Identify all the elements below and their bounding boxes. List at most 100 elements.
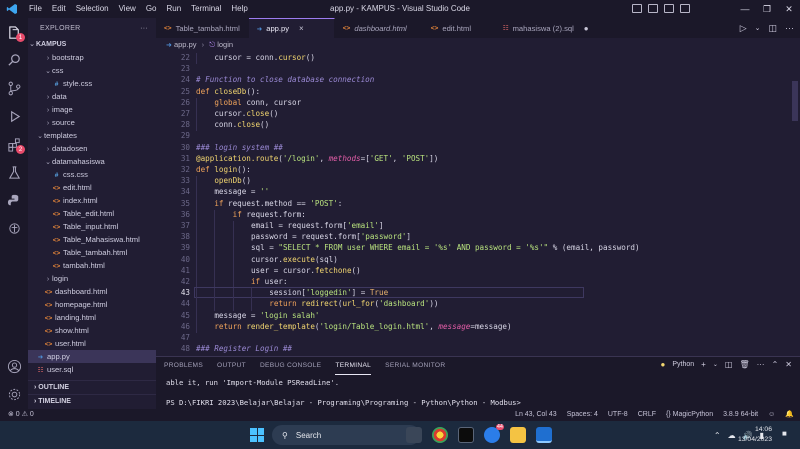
panel-tab-output[interactable]: OUTPUT bbox=[217, 357, 246, 375]
file-item[interactable]: # css.css bbox=[28, 168, 156, 181]
show-hidden-icons-icon[interactable]: ⌃ bbox=[714, 431, 721, 440]
file-item[interactable]: <> Table_Mahasiswa.html bbox=[28, 233, 156, 246]
windows-start-icon[interactable] bbox=[250, 428, 264, 442]
terminal-prompt[interactable]: PS D:\FIKRI 2023\Belajar\Belajar - Progr… bbox=[166, 398, 521, 407]
kill-terminal-icon[interactable]: 🗑 bbox=[739, 360, 749, 369]
menu-help[interactable]: Help bbox=[226, 0, 252, 18]
search-icon[interactable] bbox=[6, 52, 22, 68]
menu-file[interactable]: File bbox=[24, 0, 47, 18]
run-debug-icon[interactable] bbox=[6, 108, 22, 124]
menu-selection[interactable]: Selection bbox=[71, 0, 114, 18]
folder-item[interactable]: › data bbox=[28, 90, 156, 103]
minimize-icon[interactable]: — bbox=[734, 0, 756, 18]
toggle-primary-sidebar-icon[interactable] bbox=[632, 4, 642, 13]
editor-tab[interactable]: <> Table_tambah.html bbox=[156, 18, 249, 38]
folder-item[interactable]: ⌄css bbox=[28, 64, 156, 77]
remote-explorer-icon[interactable] bbox=[6, 220, 22, 236]
python-icon[interactable] bbox=[6, 192, 22, 208]
terminal-app-icon[interactable] bbox=[458, 427, 474, 443]
editor-tab[interactable]: <> dashboard.html bbox=[335, 18, 423, 38]
editor-tab[interactable]: ➜ app.py × bbox=[248, 18, 335, 38]
file-explorer-icon[interactable] bbox=[510, 427, 526, 443]
code-editor[interactable]: 22 cursor = conn.cursor() 23 24 # Function t… bbox=[156, 51, 790, 356]
panel-tab-terminal[interactable]: TERMINAL bbox=[335, 358, 372, 375]
terminal-shell-label[interactable]: Python bbox=[672, 361, 694, 368]
folder-item[interactable]: › source bbox=[28, 116, 156, 129]
encoding[interactable]: UTF-8 bbox=[608, 409, 628, 421]
workspace-root[interactable]: ⌄KAMPUS bbox=[28, 38, 156, 51]
toggle-secondary-sidebar-icon[interactable] bbox=[664, 4, 674, 13]
menu-view[interactable]: View bbox=[114, 0, 141, 18]
run-python-file-icon[interactable]: ▷ bbox=[740, 23, 747, 34]
folder-item[interactable]: › bootstrap bbox=[28, 51, 156, 64]
file-item[interactable]: # style.css bbox=[28, 77, 156, 90]
folder-item[interactable]: ⌄datamahasiswa bbox=[28, 155, 156, 168]
file-item[interactable]: <> user.html bbox=[28, 337, 156, 350]
file-item[interactable]: <> Table_edit.html bbox=[28, 207, 156, 220]
feedback-icon[interactable]: ☺ bbox=[768, 409, 775, 421]
menu-edit[interactable]: Edit bbox=[47, 0, 71, 18]
customize-layout-icon[interactable] bbox=[680, 4, 690, 13]
terminal-dropdown-icon[interactable]: ⌄ bbox=[713, 361, 718, 368]
problems-status[interactable]: ⊗ 0 ⚠ 0 bbox=[8, 409, 34, 421]
file-item[interactable]: <> Table_tambah.html bbox=[28, 246, 156, 259]
editor-tab[interactable]: ☷ mahasiswa (2).sql ● bbox=[495, 18, 598, 38]
wifi-icon[interactable]: ☁ bbox=[728, 431, 736, 440]
editor-scrollbar[interactable] bbox=[790, 51, 800, 356]
file-item[interactable]: <> tambah.html bbox=[28, 259, 156, 272]
language-mode[interactable]: {} MagicPython bbox=[666, 409, 713, 421]
extensions-icon[interactable]: 2 bbox=[6, 136, 25, 154]
menu-terminal[interactable]: Terminal bbox=[186, 0, 226, 18]
file-item[interactable]: <> Table_input.html bbox=[28, 220, 156, 233]
panel-tab-debug-console[interactable]: DEBUG CONSOLE bbox=[260, 357, 321, 375]
menu-run[interactable]: Run bbox=[161, 0, 186, 18]
file-item[interactable]: <> landing.html bbox=[28, 311, 156, 324]
restore-icon[interactable]: ❐ bbox=[756, 0, 778, 18]
settings-gear-icon[interactable] bbox=[6, 386, 22, 402]
outline-section[interactable]: › OUTLINE bbox=[28, 380, 156, 394]
file-item[interactable]: ☷ user.sql bbox=[28, 363, 156, 376]
chrome-icon[interactable] bbox=[432, 427, 448, 443]
breadcrumb-file[interactable]: app.py bbox=[174, 40, 197, 49]
task-view-icon[interactable] bbox=[406, 427, 422, 443]
run-dropdown-icon[interactable]: ⌄ bbox=[755, 24, 761, 32]
folder-item[interactable]: › image bbox=[28, 103, 156, 116]
testing-icon[interactable] bbox=[6, 164, 22, 180]
end-of-line[interactable]: CRLF bbox=[638, 409, 656, 421]
new-terminal-icon[interactable]: + bbox=[701, 360, 706, 369]
toggle-panel-icon[interactable] bbox=[648, 4, 658, 13]
notification-center-icon[interactable]: ■ bbox=[782, 429, 794, 441]
vscode-taskbar-icon[interactable] bbox=[536, 427, 552, 443]
more-actions-icon[interactable]: ··· bbox=[140, 25, 148, 32]
scrollbar-thumb[interactable] bbox=[792, 81, 798, 121]
file-item[interactable]: <> show.html bbox=[28, 324, 156, 337]
cursor-position[interactable]: Ln 43, Col 43 bbox=[515, 409, 557, 421]
menu-go[interactable]: Go bbox=[141, 0, 162, 18]
taskbar-search[interactable]: ⚲ Search bbox=[272, 425, 420, 445]
file-item[interactable]: <> edit.html bbox=[28, 181, 156, 194]
folder-item[interactable]: › datadosen bbox=[28, 142, 156, 155]
file-item[interactable]: <> index.html bbox=[28, 194, 156, 207]
maximize-panel-icon[interactable]: ⌃ bbox=[772, 360, 779, 369]
taskbar-clock[interactable]: 14:06 13/04/2023 bbox=[738, 425, 772, 445]
more-panel-actions-icon[interactable]: ··· bbox=[757, 360, 765, 369]
close-tab-icon[interactable]: × bbox=[299, 24, 304, 33]
more-editor-actions-icon[interactable]: ··· bbox=[785, 23, 794, 33]
breadcrumb-symbol[interactable]: login bbox=[217, 40, 233, 49]
timeline-section[interactable]: › TIMELINE bbox=[28, 394, 156, 408]
indentation[interactable]: Spaces: 4 bbox=[567, 409, 598, 421]
file-item[interactable]: ➜ app.py bbox=[28, 350, 156, 363]
account-icon[interactable] bbox=[6, 358, 22, 374]
mail-app-icon[interactable]: 44 bbox=[484, 424, 504, 443]
source-control-icon[interactable] bbox=[6, 80, 22, 96]
file-item[interactable]: <> homepage.html bbox=[28, 298, 156, 311]
panel-tab-problems[interactable]: PROBLEMS bbox=[164, 357, 203, 375]
close-window-icon[interactable]: ✕ bbox=[778, 0, 800, 18]
editor-tab[interactable]: <> edit.html bbox=[423, 18, 495, 38]
close-panel-icon[interactable]: ✕ bbox=[785, 360, 792, 369]
folder-item[interactable]: › login bbox=[28, 272, 156, 285]
file-item[interactable]: <> dashboard.html bbox=[28, 285, 156, 298]
unsaved-dot-icon[interactable]: ● bbox=[584, 24, 589, 33]
folder-item[interactable]: ⌄templates bbox=[28, 129, 156, 142]
explorer-icon[interactable]: 1 bbox=[6, 24, 25, 42]
